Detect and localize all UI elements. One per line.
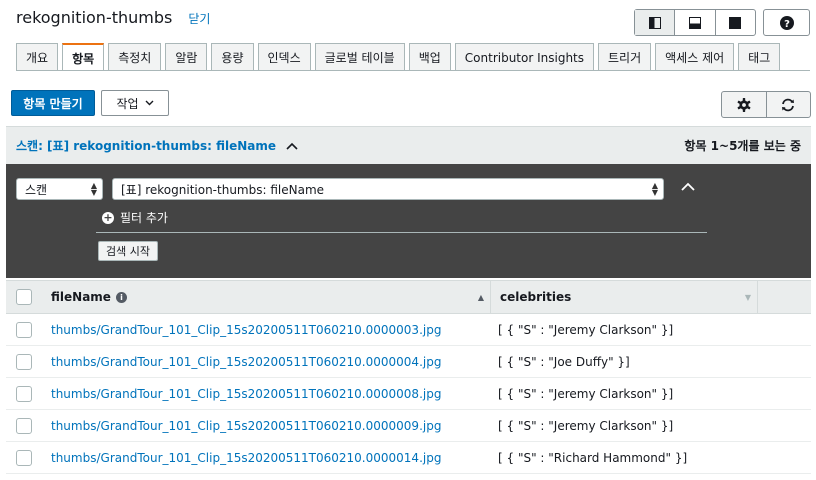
tab-access-control[interactable]: 액세스 제어 [655,43,735,71]
table-title: rekognition-thumbs [16,8,173,27]
tab-bar: 개요 항목 측정치 알람 용량 인덱스 글로벌 테이블 백업 Contribut… [16,43,784,71]
row-celebrities-value: [ { "S" : "Joe Duffy" }] [498,354,630,369]
scan-panel: 스캔 ▲ ▼ [표] rekognition-thumbs: fileName ▲… [6,164,811,278]
row-celebrities-value: [ { "S" : "Jeremy Clarkson" }] [498,322,674,337]
split-left-view-button[interactable] [635,10,676,35]
view-toggle-group [634,9,756,36]
item-range-text: 항목 1~5개를 보는 중 [684,139,801,153]
filter-divider [96,232,707,233]
plus-circle-icon: + [102,211,114,224]
scan-mode-select[interactable]: 스캔 ▲ ▼ [16,178,103,200]
table-row[interactable]: thumbs/GrandTour_101_Clip_15s20200511T06… [6,410,811,442]
select-all-checkbox[interactable] [16,289,32,305]
select-arrows-icon: ▲ ▼ [90,181,97,197]
chevron-up-icon [681,182,695,191]
tab-tags[interactable]: 태그 [738,43,781,71]
tab-backups[interactable]: 백업 [408,43,451,71]
row-checkbox-cell [6,321,42,338]
sort-descending-icon: ▼ [744,292,751,302]
row-filename-link[interactable]: thumbs/GrandTour_101_Clip_15s20200511T06… [51,323,441,337]
row-checkbox-cell [6,385,42,402]
row-checkbox-cell [6,353,42,370]
column-header-filename[interactable]: fileName i ▲ [51,281,491,313]
row-checkbox[interactable] [16,385,32,402]
actions-dropdown[interactable]: 작업 [101,90,169,116]
tab-items[interactable]: 항목 [62,43,105,71]
scan-panel-collapse-button[interactable] [681,180,695,194]
sort-ascending-icon: ▲ [477,292,484,302]
tab-metrics[interactable]: 측정치 [108,43,162,71]
tab-capacity[interactable]: 용량 [211,43,254,71]
svg-text:?: ? [784,19,790,30]
row-celebrities-value: [ { "S" : "Richard Hammond" }] [498,450,688,465]
close-link[interactable]: 닫기 [188,10,210,27]
items-table: fileName i ▲ celebrities ▼ thumbs/GrandT… [6,280,811,474]
gear-icon [737,97,751,112]
tab-divider [16,70,810,71]
refresh-button[interactable] [767,92,811,117]
help-icon: ? [779,15,794,30]
create-item-button[interactable]: 항목 만들기 [11,90,95,116]
split-left-icon [648,16,661,29]
info-icon[interactable]: i [115,291,127,303]
row-celebrities-value: [ { "S" : "Jeremy Clarkson" }] [498,418,674,433]
page-header: rekognition-thumbs 닫기 [16,8,210,32]
table-row[interactable]: thumbs/GrandTour_101_Clip_15s20200511T06… [6,346,811,378]
select-arrows-icon: ▲ ▼ [651,181,658,197]
table-row[interactable]: thumbs/GrandTour_101_Clip_15s20200511T06… [6,442,811,474]
column-filename-label: fileName [51,290,111,304]
chevron-up-icon [286,142,298,150]
actions-label: 작업 [116,96,139,111]
row-checkbox-cell [6,417,42,434]
column-celebrities-label: celebrities [500,290,572,304]
tab-alarms[interactable]: 알람 [165,43,208,71]
tab-triggers[interactable]: 트리거 [598,43,652,71]
scan-summary-bar: 스캔: [표] rekognition-thumbs: fileName 항목 … [6,126,811,164]
chevron-down-icon [145,100,154,106]
row-celebrities-value: [ { "S" : "Jeremy Clarkson" }] [498,386,674,401]
tab-global-tables[interactable]: 글로벌 테이블 [314,43,405,71]
tab-indexes[interactable]: 인덱스 [257,43,311,71]
column-header-celebrities[interactable]: celebrities ▼ [500,281,758,313]
add-filter-button[interactable]: + 필터 추가 [102,209,168,226]
scan-target-value: [표] rekognition-thumbs: fileName [121,182,325,197]
table-row[interactable]: thumbs/GrandTour_101_Clip_15s20200511T06… [6,314,811,346]
scan-summary-link[interactable]: 스캔: [표] rekognition-thumbs: fileName [16,137,276,154]
select-all-cell [6,289,42,305]
add-filter-label: 필터 추가 [120,211,168,225]
row-checkbox[interactable] [16,321,32,338]
scan-target-select[interactable]: [표] rekognition-thumbs: fileName ▲ ▼ [112,178,664,200]
table-row[interactable]: thumbs/GrandTour_101_Clip_15s20200511T06… [6,378,811,410]
row-filename-link[interactable]: thumbs/GrandTour_101_Clip_15s20200511T06… [51,419,441,433]
row-filename-link[interactable]: thumbs/GrandTour_101_Clip_15s20200511T06… [51,451,441,465]
split-bottom-icon [688,16,701,29]
collapse-button[interactable] [286,142,298,150]
split-bottom-view-button[interactable] [675,10,716,35]
tab-overview[interactable]: 개요 [16,43,59,71]
row-filename-link[interactable]: thumbs/GrandTour_101_Clip_15s20200511T06… [51,355,441,369]
row-checkbox[interactable] [16,353,32,370]
refresh-icon [782,98,795,111]
full-view-button[interactable] [716,10,755,35]
row-checkbox[interactable] [16,417,32,434]
table-header: fileName i ▲ celebrities ▼ [6,280,811,314]
row-checkbox[interactable] [16,449,32,466]
start-search-button[interactable]: 검색 시작 [98,241,158,261]
full-view-icon [729,16,742,29]
settings-button[interactable] [722,92,767,117]
help-button[interactable]: ? [763,9,810,36]
tab-contributor-insights[interactable]: Contributor Insights [454,43,595,71]
table-tools-group [721,91,811,118]
scan-mode-value: 스캔 [25,182,48,197]
row-filename-link[interactable]: thumbs/GrandTour_101_Clip_15s20200511T06… [51,387,441,401]
row-checkbox-cell [6,449,42,466]
